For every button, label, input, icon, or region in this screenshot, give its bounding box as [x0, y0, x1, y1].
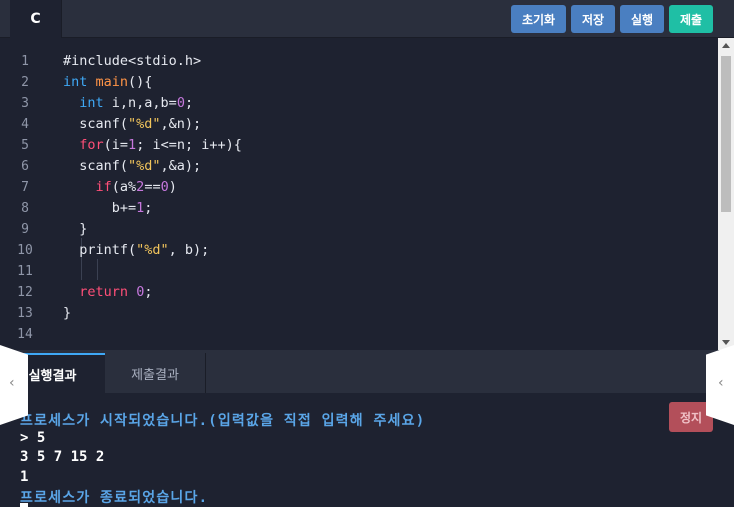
save-button[interactable]: 저장 — [571, 5, 615, 33]
line-number: 1 — [21, 54, 29, 69]
output-tabs: 실행결과 제출결과 — [0, 353, 734, 393]
line-number: 14 — [17, 327, 33, 342]
line-number: 6 — [21, 159, 29, 174]
code-line: printf("%d", b); — [63, 242, 210, 258]
line-number: 13 — [17, 306, 33, 321]
text-cursor — [20, 503, 28, 507]
scroll-down-icon[interactable] — [722, 340, 730, 345]
code-line: } — [63, 305, 72, 321]
line-number: 2 — [21, 75, 29, 90]
code-line: return 0; — [79, 284, 153, 300]
editor-scrollbar[interactable] — [718, 38, 734, 350]
code-line: if(a%2==0) — [95, 179, 177, 195]
reset-button[interactable]: 초기화 — [511, 5, 566, 33]
line-number: 9 — [21, 222, 29, 237]
console-output[interactable]: 프로세스가 시작되었습니다.(입력값을 직접 입력해 주세요) > 5 3 5 … — [0, 393, 734, 507]
line-number: 3 — [21, 96, 29, 111]
console-line: 프로세스가 시작되었습니다.(입력값을 직접 입력해 주세요) — [20, 413, 426, 429]
console-line: 3 5 7 15 2 — [20, 449, 105, 465]
code-line: scanf("%d",&n); — [63, 116, 202, 132]
console-line: > 5 — [20, 430, 46, 446]
line-number: 8 — [21, 201, 29, 216]
console-line: 1 — [20, 469, 29, 485]
line-number: 7 — [21, 180, 29, 195]
submit-button[interactable]: 제출 — [669, 5, 713, 33]
left-panel-toggle[interactable]: ‹ — [0, 345, 28, 425]
chevron-left-icon: ‹ — [718, 375, 724, 391]
code-line: int i,n,a,b=0; — [79, 95, 194, 111]
line-number: 4 — [21, 117, 29, 132]
console-line: 프로세스가 종료되었습니다. — [20, 490, 209, 506]
line-number: 11 — [17, 264, 33, 279]
tab-submit-result[interactable]: 제출결과 — [105, 353, 206, 393]
scroll-up-icon[interactable] — [722, 43, 730, 48]
code-line: for(i=1; i<=n; i++){ — [79, 137, 242, 153]
right-panel-toggle[interactable]: ‹ — [706, 345, 734, 425]
editor-toolbar: C 초기화 저장 실행 제출 — [0, 0, 734, 38]
line-number: 10 — [17, 243, 33, 258]
run-button[interactable]: 실행 — [620, 5, 664, 33]
code-line: } — [63, 221, 88, 237]
line-number: 12 — [17, 285, 33, 300]
code-editor[interactable]: 1 2 3 4 5 6 7 8 9 10 11 12 13 14 #includ… — [0, 38, 718, 350]
chevron-left-icon: ‹ — [9, 375, 15, 391]
scrollbar-thumb[interactable] — [721, 56, 731, 212]
code-area[interactable]: #include<stdio.h> int main(){ int i,n,a,… — [63, 51, 718, 345]
code-line: int main(){ — [63, 74, 153, 90]
code-line: #include<stdio.h> — [63, 53, 202, 69]
line-number-gutter: 1 2 3 4 5 6 7 8 9 10 11 12 13 14 — [0, 51, 50, 345]
code-line: scanf("%d",&a); — [63, 158, 202, 174]
code-line: b+=1; — [63, 200, 153, 216]
language-tab[interactable]: C — [10, 0, 62, 38]
line-number: 5 — [21, 138, 29, 153]
